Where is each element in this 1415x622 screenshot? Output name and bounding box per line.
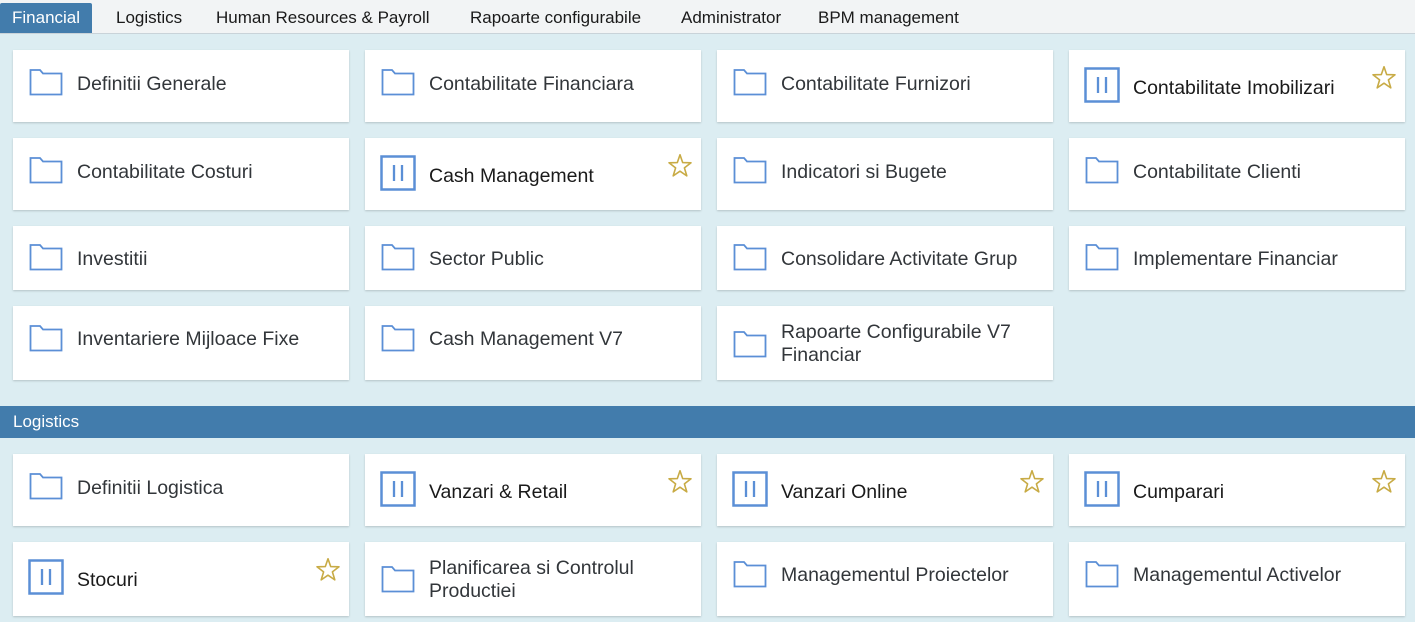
tile-label: Rapoarte Configurabile V7 Financiar (781, 321, 1011, 366)
star-icon[interactable] (1019, 469, 1045, 495)
tab-administrator[interactable]: Administrator (669, 3, 793, 33)
star-icon[interactable] (315, 557, 341, 583)
folder-icon (381, 566, 415, 593)
app-icon (1084, 67, 1120, 103)
folder-icon (733, 561, 767, 588)
folder-icon (381, 325, 415, 352)
tile-rapoarte-configurabile-v7-financiar[interactable]: Rapoarte Configurabile V7 Financiar (717, 306, 1053, 380)
tile-label: Contabilitate Costuri (77, 161, 253, 183)
tile-vanzari-retail[interactable]: Vanzari & Retail (365, 454, 701, 526)
folder-icon (733, 157, 767, 184)
tile-label: Definitii Logistica (77, 477, 224, 499)
tile-planificarea-si-controlul-productiei[interactable]: Planificarea si Controlul Productiei (365, 542, 701, 616)
folder-icon (1085, 157, 1119, 184)
tile-contabilitate-clienti[interactable]: Contabilitate Clienti (1069, 138, 1405, 210)
tile-label: Cash Management (429, 165, 594, 187)
tile-label: Inventariere Mijloace Fixe (77, 328, 300, 350)
tile-label: Vanzari Online (781, 481, 908, 503)
tile-implementare-financiar[interactable]: Implementare Financiar (1069, 226, 1405, 290)
tab-bpm-management[interactable]: BPM management (806, 3, 971, 33)
folder-icon (733, 244, 767, 271)
star-icon[interactable] (1371, 469, 1397, 495)
star-icon[interactable] (1371, 65, 1397, 91)
tab-rapoarte-configurabile[interactable]: Rapoarte configurabile (458, 3, 653, 33)
tile-label: Managementul Proiectelor (781, 564, 1009, 586)
folder-icon (29, 473, 63, 500)
folder-icon (29, 244, 63, 271)
tile-managementul-activelor[interactable]: Managementul Activelor (1069, 542, 1405, 616)
star-icon[interactable] (667, 153, 693, 179)
tile-cash-management[interactable]: Cash Management (365, 138, 701, 210)
section-header-logistics: Logistics (0, 406, 1415, 438)
tab-human-resources-payroll[interactable]: Human Resources & Payroll (204, 3, 442, 33)
tile-label: Sector Public (429, 248, 544, 270)
tile-definitii-generale[interactable]: Definitii Generale (13, 50, 349, 122)
tile-label: Contabilitate Imobilizari (1133, 77, 1335, 99)
tile-managementul-proiectelor[interactable]: Managementul Proiectelor (717, 542, 1053, 616)
tile-label: Vanzari & Retail (429, 481, 568, 503)
app-icon (732, 471, 768, 507)
tile-sector-public[interactable]: Sector Public (365, 226, 701, 290)
folder-icon (733, 69, 767, 96)
tile-inventariere-mijloace-fixe[interactable]: Inventariere Mijloace Fixe (13, 306, 349, 380)
tile-cumparari[interactable]: Cumparari (1069, 454, 1405, 526)
folder-icon (1085, 244, 1119, 271)
tile-label: Planificarea si Controlul Productiei (429, 557, 634, 602)
tile-vanzari-online[interactable]: Vanzari Online (717, 454, 1053, 526)
tile-contabilitate-costuri[interactable]: Contabilitate Costuri (13, 138, 349, 210)
tile-label: Contabilitate Financiara (429, 73, 634, 95)
tile-definitii-logistica[interactable]: Definitii Logistica (13, 454, 349, 526)
tile-investitii[interactable]: Investitii (13, 226, 349, 290)
tile-label: Contabilitate Furnizori (781, 73, 971, 95)
tile-label: Implementare Financiar (1133, 248, 1338, 270)
tab-financial[interactable]: Financial (0, 3, 93, 33)
app-icon (1084, 471, 1120, 507)
tile-label: Definitii Generale (77, 73, 227, 95)
tile-label: Cumparari (1133, 481, 1225, 503)
folder-icon (381, 69, 415, 96)
tile-contabilitate-furnizori[interactable]: Contabilitate Furnizori (717, 50, 1053, 122)
app-icon (28, 559, 64, 595)
folder-icon (1085, 561, 1119, 588)
tile-stocuri[interactable]: Stocuri (13, 542, 349, 616)
tile-label: Managementul Activelor (1133, 564, 1342, 586)
tile-contabilitate-imobilizari[interactable]: Contabilitate Imobilizari (1069, 50, 1405, 122)
tile-indicatori-si-bugete[interactable]: Indicatori si Bugete (717, 138, 1053, 210)
tile-cash-management-v7[interactable]: Cash Management V7 (365, 306, 701, 380)
app-icon (380, 471, 416, 507)
tab-logistics[interactable]: Logistics (104, 3, 194, 33)
tile-label: Contabilitate Clienti (1133, 161, 1302, 183)
app-icon (380, 155, 416, 191)
tile-label: Investitii (77, 248, 148, 270)
folder-icon (733, 331, 767, 358)
folder-icon (381, 244, 415, 271)
tile-contabilitate-financiara[interactable]: Contabilitate Financiara (365, 50, 701, 122)
folder-icon (29, 325, 63, 352)
star-icon[interactable] (667, 469, 693, 495)
top-tab-bar: Financial Logistics Human Resources & Pa… (0, 0, 1415, 34)
tile-consolidare-activitate-grup[interactable]: Consolidare Activitate Grup (717, 226, 1053, 290)
tile-label: Consolidare Activitate Grup (781, 248, 1018, 270)
folder-icon (29, 157, 63, 184)
tile-label: Stocuri (77, 569, 138, 591)
tile-label: Indicatori si Bugete (781, 161, 947, 183)
tile-label: Cash Management V7 (429, 328, 624, 350)
folder-icon (29, 69, 63, 96)
